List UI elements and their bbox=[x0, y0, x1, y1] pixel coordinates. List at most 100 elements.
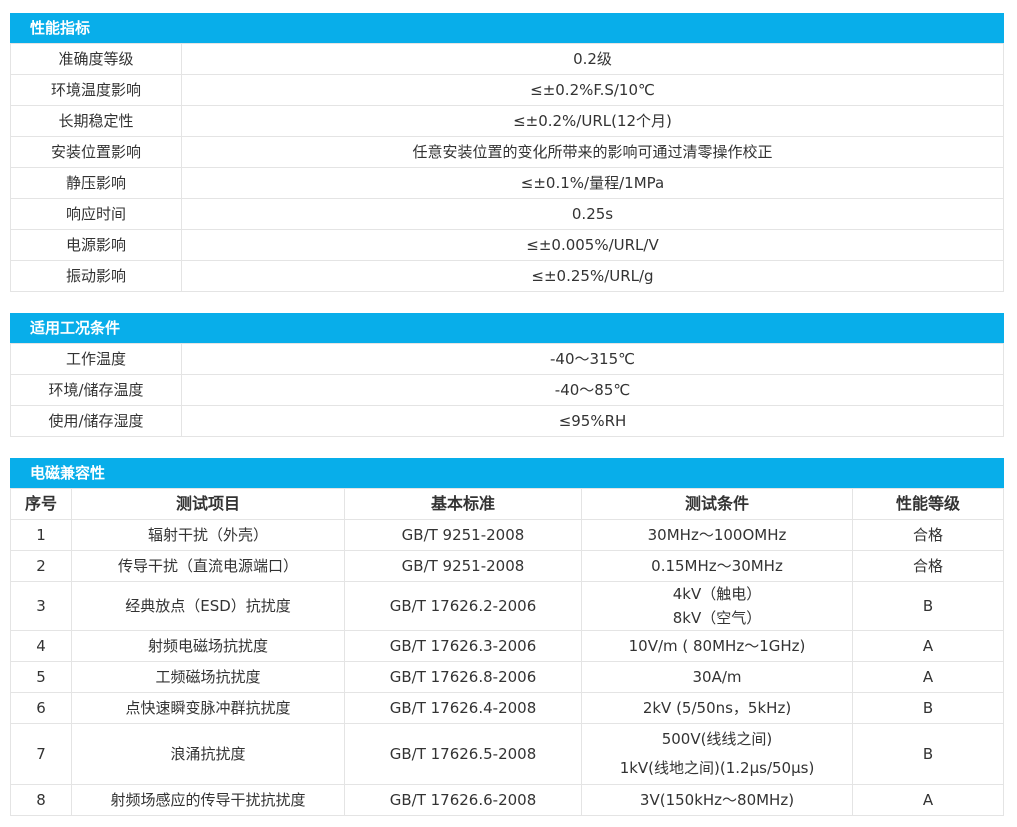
performance-row: 安装位置影响 任意安装位置的变化所带来的影响可通过清零操作校正 bbox=[10, 136, 1004, 168]
row-label: 环境温度影响 bbox=[10, 74, 182, 106]
emc-item: 射频电磁场抗扰度 bbox=[71, 630, 345, 662]
emc-row: 3 经典放点（ESD）抗扰度 GB/T 17626.2-2006 4kV（触电） 8kV… bbox=[10, 581, 1004, 631]
row-label: 安装位置影响 bbox=[10, 136, 182, 168]
emc-standard: GB/T 9251-2008 bbox=[344, 519, 582, 551]
row-value: ≤±0.1%/量程/1MPa bbox=[181, 167, 1004, 199]
emc-condition-line: 2kV (5/50ns，5kHz) bbox=[642, 699, 792, 717]
emc-grade: 合格 bbox=[852, 519, 1004, 551]
condition-row: 环境/储存温度 -40～85℃ bbox=[10, 374, 1004, 406]
emc-item: 经典放点（ESD）抗扰度 bbox=[71, 581, 345, 631]
performance-header: 性能指标 bbox=[10, 13, 1004, 43]
emc-standard: GB/T 17626.5-2008 bbox=[344, 723, 582, 785]
row-value: 任意安装位置的变化所带来的影响可通过清零操作校正 bbox=[181, 136, 1004, 168]
row-value: ≤±0.2%F.S/10℃ bbox=[181, 74, 1004, 106]
emc-item: 辐射干扰（外壳） bbox=[71, 519, 345, 551]
emc-condition-line: 1kV(线地之间)(1.2μs/50μs) bbox=[619, 759, 815, 777]
performance-row: 响应时间 0.25s bbox=[10, 198, 1004, 230]
emc-no: 5 bbox=[10, 661, 72, 693]
row-value: ≤95%RH bbox=[181, 405, 1004, 437]
performance-row: 振动影响 ≤±0.25%/URL/g bbox=[10, 260, 1004, 292]
emc-condition: 2kV (5/50ns，5kHz) bbox=[581, 692, 853, 724]
condition-row: 工作温度 -40～315℃ bbox=[10, 343, 1004, 375]
conditions-header: 适用工况条件 bbox=[10, 313, 1004, 343]
emc-standard: GB/T 17626.4-2008 bbox=[344, 692, 582, 724]
emc-row: 2 传导干扰（直流电源端口） GB/T 9251-2008 0.15MHz～30MHz… bbox=[10, 550, 1004, 582]
emc-condition-line: 4kV（触电） bbox=[672, 585, 762, 603]
emc-condition: 10V/m ( 80MHz～1GHz) bbox=[581, 630, 853, 662]
emc-condition: 500V(线线之间) 1kV(线地之间)(1.2μs/50μs) bbox=[581, 723, 853, 785]
emc-condition-line: 0.15MHz～30MHz bbox=[651, 557, 783, 575]
emc-grade: A bbox=[852, 784, 1004, 816]
emc-standard: GB/T 17626.8-2006 bbox=[344, 661, 582, 693]
emc-no: 8 bbox=[10, 784, 72, 816]
row-label: 工作温度 bbox=[10, 343, 182, 375]
emc-no: 6 bbox=[10, 692, 72, 724]
col-header-condition: 测试条件 bbox=[581, 488, 853, 520]
emc-item: 工频磁场抗扰度 bbox=[71, 661, 345, 693]
row-label: 电源影响 bbox=[10, 229, 182, 261]
emc-standard: GB/T 17626.6-2008 bbox=[344, 784, 582, 816]
row-value: ≤±0.25%/URL/g bbox=[181, 260, 1004, 292]
col-header-no: 序号 bbox=[10, 488, 72, 520]
emc-grade: A bbox=[852, 630, 1004, 662]
row-value: 0.25s bbox=[181, 198, 1004, 230]
emc-row: 7 浪涌抗扰度 GB/T 17626.5-2008 500V(线线之间) 1kV(线地之… bbox=[10, 723, 1004, 785]
emc-grade: B bbox=[852, 692, 1004, 724]
row-label: 使用/储存湿度 bbox=[10, 405, 182, 437]
emc-condition-line: 30A/m bbox=[692, 668, 742, 686]
emc-condition-line: 8kV（空气） bbox=[672, 609, 762, 627]
emc-condition: 4kV（触电） 8kV（空气） bbox=[581, 581, 853, 631]
conditions-table: 工作温度 -40～315℃ 环境/储存温度 -40～85℃ 使用/储存湿度 ≤95%RH bbox=[10, 343, 1004, 437]
row-label: 准确度等级 bbox=[10, 43, 182, 75]
emc-grade: B bbox=[852, 723, 1004, 785]
performance-section: 性能指标 准确度等级 0.2级 环境温度影响 ≤±0.2%F.S/10℃ 长期稳定性 ≤±… bbox=[10, 13, 1004, 292]
row-label: 静压影响 bbox=[10, 167, 182, 199]
emc-item: 点快速瞬变脉冲群抗扰度 bbox=[71, 692, 345, 724]
row-value: -40～85℃ bbox=[181, 374, 1004, 406]
row-label: 振动影响 bbox=[10, 260, 182, 292]
row-label: 响应时间 bbox=[10, 198, 182, 230]
emc-condition-line: 500V(线线之间) bbox=[661, 730, 773, 748]
emc-no: 3 bbox=[10, 581, 72, 631]
emc-standard: GB/T 9251-2008 bbox=[344, 550, 582, 582]
row-value: ≤±0.005%/URL/V bbox=[181, 229, 1004, 261]
performance-table: 准确度等级 0.2级 环境温度影响 ≤±0.2%F.S/10℃ 长期稳定性 ≤±0.2%/… bbox=[10, 43, 1004, 292]
emc-condition: 30A/m bbox=[581, 661, 853, 693]
emc-item: 传导干扰（直流电源端口） bbox=[71, 550, 345, 582]
performance-row: 长期稳定性 ≤±0.2%/URL(12个月) bbox=[10, 105, 1004, 137]
performance-row: 电源影响 ≤±0.005%/URL/V bbox=[10, 229, 1004, 261]
col-header-grade: 性能等级 bbox=[852, 488, 1004, 520]
emc-condition: 0.15MHz～30MHz bbox=[581, 550, 853, 582]
emc-row: 4 射频电磁场抗扰度 GB/T 17626.3-2006 10V/m ( 80MHz～… bbox=[10, 630, 1004, 662]
emc-no: 7 bbox=[10, 723, 72, 785]
row-value: -40～315℃ bbox=[181, 343, 1004, 375]
emc-grade: B bbox=[852, 581, 1004, 631]
emc-item: 射频场感应的传导干扰抗扰度 bbox=[71, 784, 345, 816]
emc-grade: 合格 bbox=[852, 550, 1004, 582]
emc-header-row: 序号 测试项目 基本标准 测试条件 性能等级 bbox=[10, 488, 1004, 520]
emc-condition-line: 3V(150kHz～80MHz) bbox=[639, 791, 795, 809]
emc-no: 2 bbox=[10, 550, 72, 582]
emc-grade: A bbox=[852, 661, 1004, 693]
emc-condition: 3V(150kHz～80MHz) bbox=[581, 784, 853, 816]
performance-row: 准确度等级 0.2级 bbox=[10, 43, 1004, 75]
emc-row: 5 工频磁场抗扰度 GB/T 17626.8-2006 30A/m A bbox=[10, 661, 1004, 693]
emc-standard: GB/T 17626.2-2006 bbox=[344, 581, 582, 631]
row-label: 长期稳定性 bbox=[10, 105, 182, 137]
emc-condition-line: 30MHz～100OMHz bbox=[647, 526, 787, 544]
emc-row: 8 射频场感应的传导干扰抗扰度 GB/T 17626.6-2008 3V(150kHz… bbox=[10, 784, 1004, 816]
emc-header: 电磁兼容性 bbox=[10, 458, 1004, 488]
emc-section: 电磁兼容性 序号 测试项目 基本标准 测试条件 性能等级 1 辐射干扰（外壳） GB… bbox=[10, 458, 1004, 816]
emc-no: 4 bbox=[10, 630, 72, 662]
emc-no: 1 bbox=[10, 519, 72, 551]
emc-condition-line: 10V/m ( 80MHz～1GHz) bbox=[628, 637, 806, 655]
emc-row: 6 点快速瞬变脉冲群抗扰度 GB/T 17626.4-2008 2kV (5/50ns… bbox=[10, 692, 1004, 724]
col-header-item: 测试项目 bbox=[71, 488, 345, 520]
emc-table: 序号 测试项目 基本标准 测试条件 性能等级 1 辐射干扰（外壳） GB/T 925… bbox=[10, 488, 1004, 816]
row-value: 0.2级 bbox=[181, 43, 1004, 75]
emc-standard: GB/T 17626.3-2006 bbox=[344, 630, 582, 662]
performance-row: 环境温度影响 ≤±0.2%F.S/10℃ bbox=[10, 74, 1004, 106]
row-value: ≤±0.2%/URL(12个月) bbox=[181, 105, 1004, 137]
conditions-section: 适用工况条件 工作温度 -40～315℃ 环境/储存温度 -40～85℃ 使用/储存湿度… bbox=[10, 313, 1004, 437]
emc-row: 1 辐射干扰（外壳） GB/T 9251-2008 30MHz～100OMHz 合格 bbox=[10, 519, 1004, 551]
